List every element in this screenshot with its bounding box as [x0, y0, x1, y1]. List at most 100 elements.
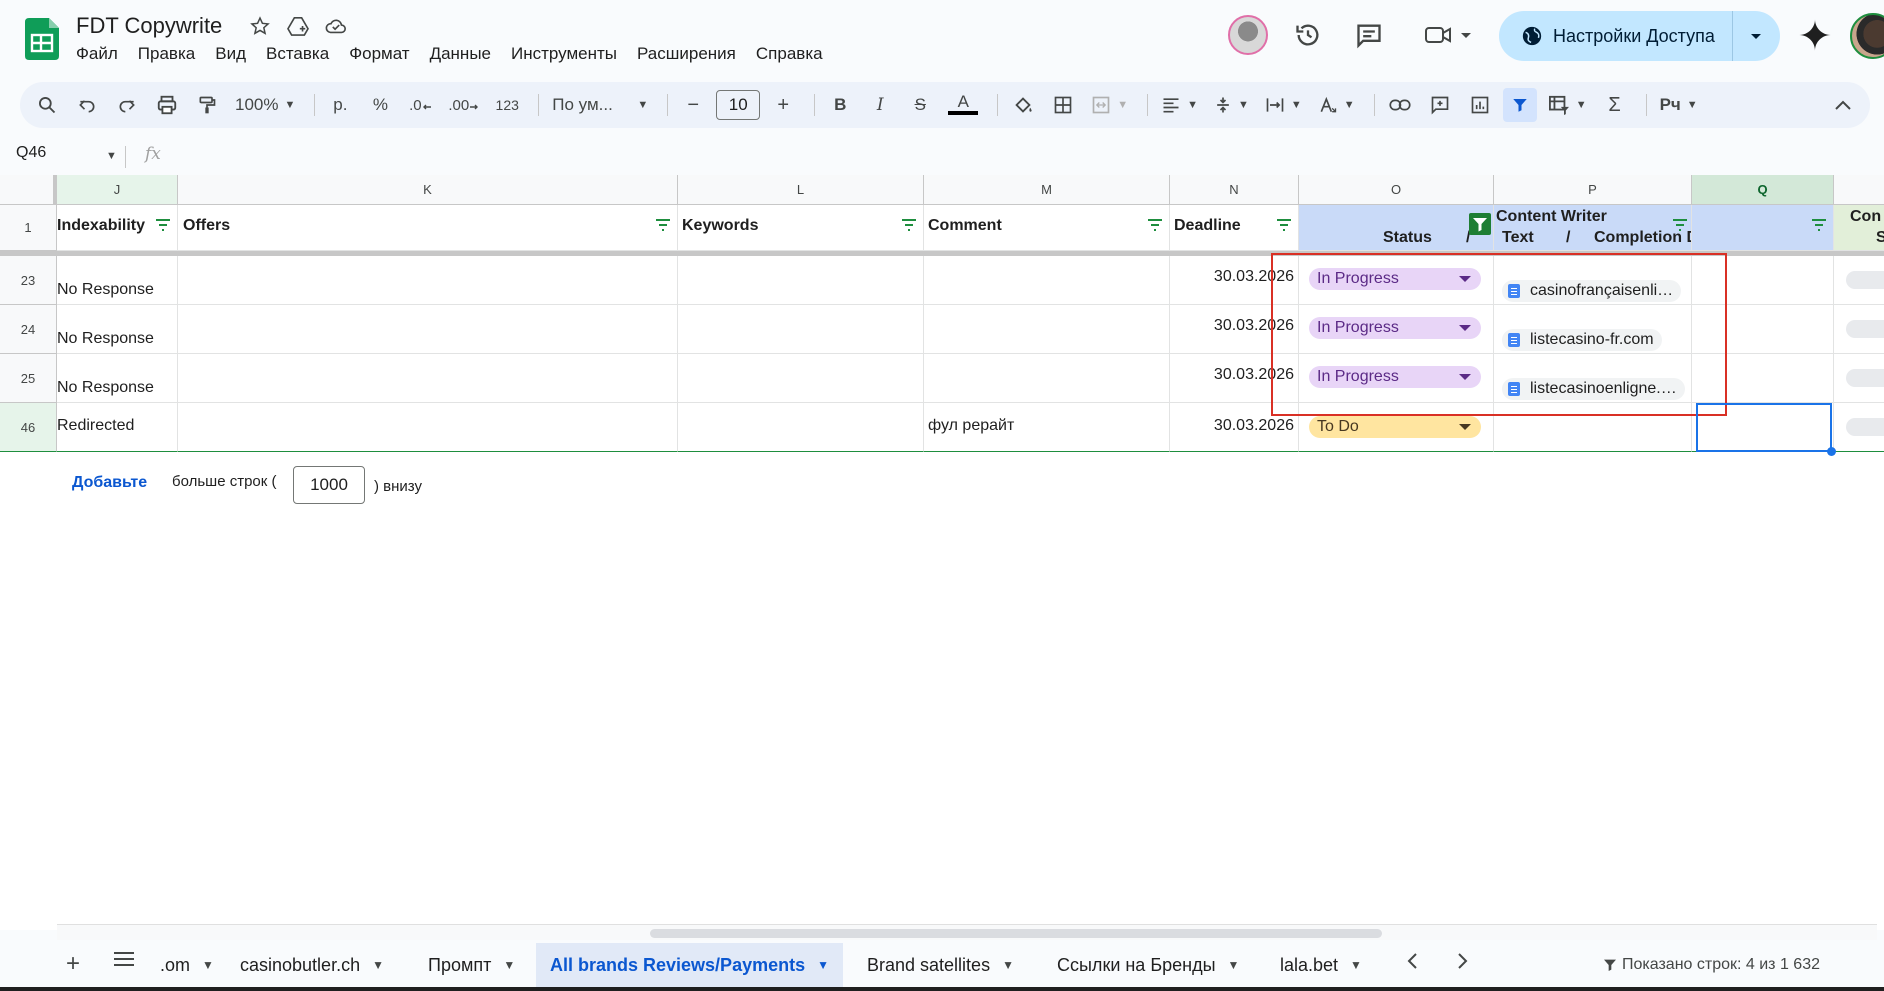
sheet-tab[interactable]: Ссылки на Бренды ▼ — [1043, 943, 1253, 987]
add-rows-button[interactable]: Добавьте — [72, 474, 147, 492]
cell-status[interactable]: In Progress — [1299, 256, 1494, 305]
font-family-select[interactable]: По ум... ▼ — [547, 88, 653, 122]
font-size-input[interactable]: 10 — [716, 90, 761, 120]
doc-smart-chip[interactable]: casinofrançaisenli… — [1502, 280, 1682, 302]
cell-keywords[interactable] — [678, 354, 924, 403]
header-content-writer[interactable]: Content Writer Text / Completion Date — [1494, 205, 1692, 251]
menu-extensions[interactable]: Расширения — [637, 44, 746, 64]
fill-color-icon[interactable] — [1006, 88, 1040, 122]
header-q[interactable] — [1692, 205, 1834, 251]
status-dropdown-chip[interactable]: In Progress — [1309, 317, 1481, 339]
column-header-n[interactable]: N — [1170, 175, 1299, 205]
decrease-decimal-button[interactable]: .0 — [403, 88, 437, 122]
cell-r[interactable] — [1834, 354, 1884, 403]
cell-deadline[interactable]: 30.03.2026 — [1170, 403, 1299, 452]
more-formats-button[interactable]: 123 — [490, 88, 524, 122]
cell-deadline[interactable]: 30.03.2026 — [1170, 354, 1299, 403]
increase-font-size-button[interactable]: + — [766, 88, 800, 122]
cell-q[interactable] — [1692, 305, 1834, 354]
filter-views-icon[interactable]: ▼ — [1543, 88, 1592, 122]
column-header-r[interactable] — [1834, 175, 1884, 205]
insert-chart-icon[interactable] — [1463, 88, 1497, 122]
cell-indexability[interactable]: Redirected — [57, 403, 178, 452]
header-r[interactable]: Con S — [1834, 205, 1884, 251]
sheet-tab[interactable]: lala.bet ▼ — [1266, 943, 1376, 987]
share-main-button[interactable]: Настройки Доступа — [1499, 11, 1733, 61]
cell-content-text[interactable]: listecasino-fr.com — [1494, 305, 1692, 354]
increase-decimal-button[interactable]: .00 — [443, 88, 484, 122]
cell-r[interactable] — [1834, 305, 1884, 354]
version-history-icon[interactable] — [1291, 18, 1325, 52]
cloud-saved-icon[interactable] — [324, 14, 348, 38]
sheets-logo-icon[interactable] — [25, 18, 59, 60]
vertical-align-icon[interactable]: ▼ — [1209, 88, 1254, 122]
cell-status[interactable]: To Do — [1299, 403, 1494, 452]
header-keywords[interactable]: Keywords — [678, 205, 924, 251]
decrease-font-size-button[interactable]: − — [676, 88, 710, 122]
menu-format[interactable]: Формат — [349, 44, 419, 64]
strikethrough-button[interactable]: S — [903, 88, 937, 122]
active-filter-icon[interactable] — [1469, 213, 1491, 235]
empty-chip[interactable] — [1846, 369, 1884, 387]
share-button[interactable]: Настройки Доступа — [1499, 11, 1780, 61]
fill-handle[interactable] — [1827, 447, 1836, 456]
borders-icon[interactable] — [1046, 88, 1080, 122]
name-box[interactable]: Q46 — [16, 144, 46, 162]
cell-offers[interactable] — [178, 354, 678, 403]
cell-status[interactable]: In Progress — [1299, 305, 1494, 354]
column-header-m[interactable]: M — [924, 175, 1170, 205]
scrollbar-thumb[interactable] — [650, 929, 1382, 938]
header-deadline[interactable]: Deadline — [1170, 205, 1299, 251]
text-color-button[interactable]: A — [943, 88, 983, 122]
add-sheet-icon[interactable]: + — [66, 950, 80, 978]
cell-indexability[interactable]: No Response — [57, 305, 178, 354]
text-rotation-icon[interactable]: ▼ — [1313, 88, 1360, 122]
cell-offers[interactable] — [178, 256, 678, 305]
cell-keywords[interactable] — [678, 403, 924, 452]
filter-icon[interactable] — [1811, 219, 1827, 231]
cell-comment[interactable]: фул рерайт — [924, 403, 1170, 452]
cell-deadline[interactable]: 30.03.2026 — [1170, 305, 1299, 354]
cell-q[interactable] — [1692, 256, 1834, 305]
menu-tools[interactable]: Инструменты — [511, 44, 627, 64]
share-dropdown-icon[interactable] — [1733, 11, 1779, 61]
collaborator-avatar[interactable] — [1228, 15, 1268, 55]
print-icon[interactable] — [150, 88, 184, 122]
header-offers[interactable]: Offers — [178, 205, 678, 251]
empty-chip[interactable] — [1846, 320, 1884, 338]
empty-chip[interactable] — [1846, 418, 1884, 436]
select-all-corner[interactable] — [0, 175, 57, 205]
status-dropdown-chip[interactable]: In Progress — [1309, 366, 1481, 388]
header-comment[interactable]: Comment — [924, 205, 1170, 251]
column-header-l[interactable]: L — [678, 175, 924, 205]
horizontal-scrollbar[interactable] — [57, 924, 1877, 940]
document-title[interactable]: FDT Copywrite — [76, 13, 222, 39]
cell-keywords[interactable] — [678, 305, 924, 354]
cell-indexability[interactable]: No Response — [57, 256, 178, 305]
add-rows-count-input[interactable]: 1000 — [293, 466, 365, 504]
column-header-p[interactable]: P — [1494, 175, 1692, 205]
sheet-tab[interactable]: Brand satellites ▼ — [853, 943, 1028, 987]
row-header-25[interactable]: 25 — [0, 354, 57, 403]
menu-file[interactable]: Файл — [76, 44, 128, 64]
zoom-select[interactable]: 100% ▼ — [230, 88, 300, 122]
sheet-tab-active[interactable]: All brands Reviews/Payments ▼ — [536, 943, 843, 987]
cell-r[interactable] — [1834, 256, 1884, 305]
cell-indexability[interactable]: No Response — [57, 354, 178, 403]
header-status[interactable]: Status / — [1299, 205, 1494, 251]
column-header-q[interactable]: Q — [1692, 175, 1834, 205]
italic-button[interactable]: I — [863, 88, 897, 122]
sheet-tab[interactable]: Промпт ▼ — [414, 943, 529, 987]
filter-icon[interactable] — [1672, 219, 1688, 231]
bold-button[interactable]: B — [823, 88, 857, 122]
status-dropdown-chip[interactable]: To Do — [1309, 416, 1481, 438]
row-header-1[interactable]: 1 — [0, 205, 57, 251]
doc-smart-chip[interactable]: listecasinoenligne.… — [1502, 378, 1685, 400]
filter-icon[interactable] — [655, 219, 671, 231]
column-header-o[interactable]: O — [1299, 175, 1494, 205]
functions-button[interactable]: Σ — [1598, 88, 1632, 122]
filter-icon[interactable] — [1502, 88, 1537, 122]
cell-keywords[interactable] — [678, 256, 924, 305]
move-to-drive-icon[interactable] — [286, 14, 310, 38]
all-sheets-menu-icon[interactable] — [114, 952, 134, 966]
